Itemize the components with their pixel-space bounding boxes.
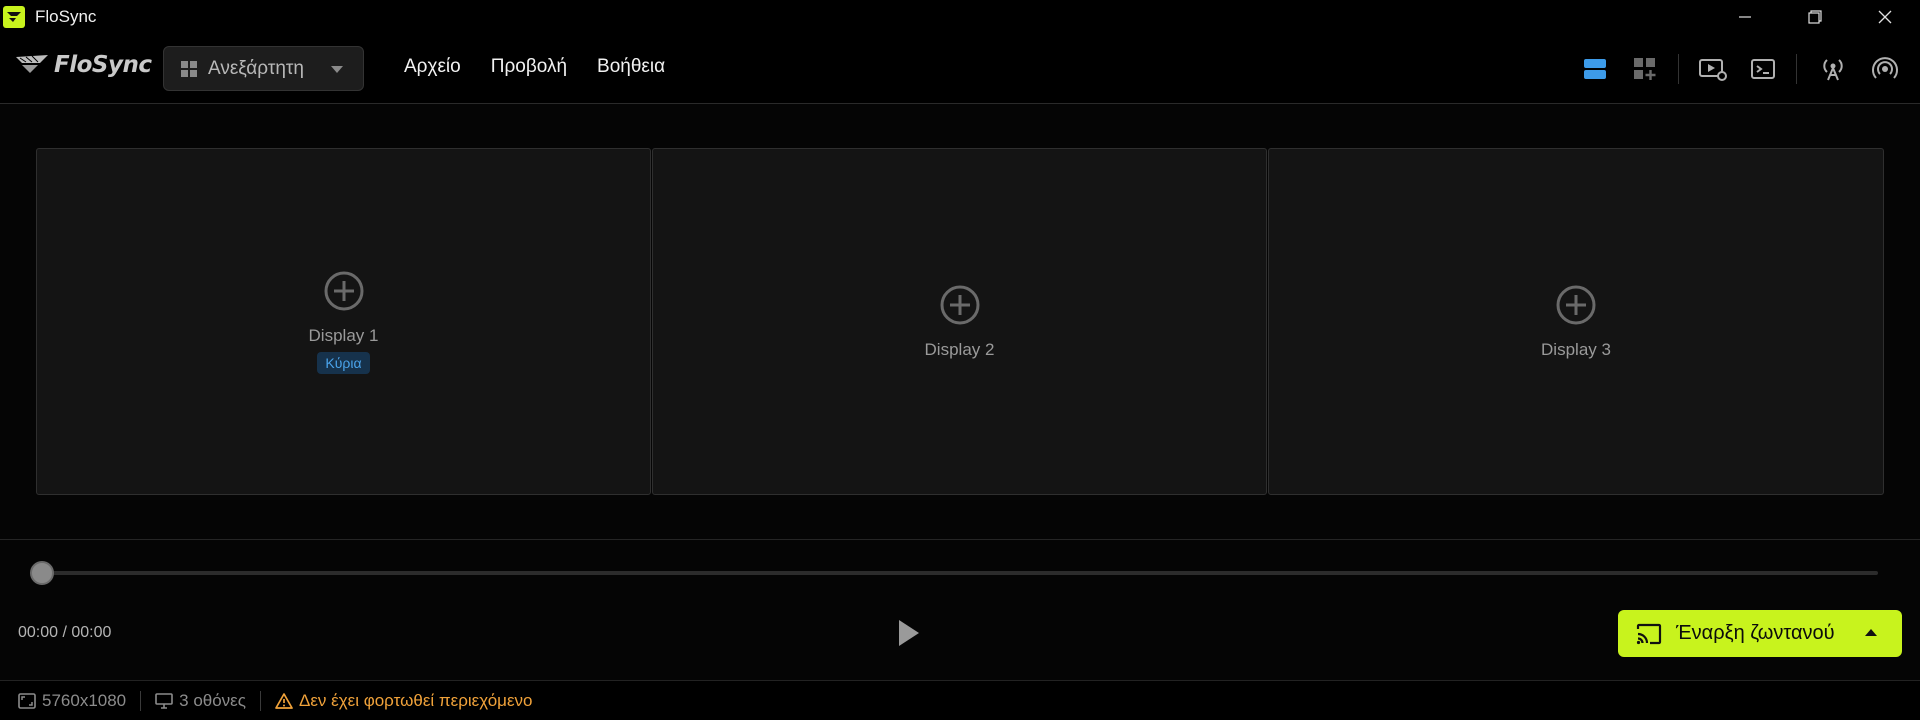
title-bar: FloSync: [0, 0, 1920, 34]
mode-select-value: Ανεξάρτητη: [208, 57, 304, 79]
primary-badge: Κύρια: [317, 351, 370, 374]
toolbar-separator: [1796, 54, 1797, 84]
window-title: FloSync: [35, 7, 97, 26]
signal-stream-icon[interactable]: [1870, 54, 1900, 84]
display-label: Display 2: [924, 339, 995, 359]
display-panel-1[interactable]: Display 1 Κύρια: [36, 148, 651, 495]
resolution-text: 5760x1080: [42, 690, 127, 710]
start-live-label: Έναρξη ζωντανού: [1676, 622, 1835, 644]
add-circle-icon[interactable]: [1555, 284, 1597, 326]
display-panel-2[interactable]: Display 2: [652, 148, 1267, 495]
minimize-button[interactable]: [1710, 0, 1780, 34]
display-label: Display 1: [308, 325, 379, 345]
warning-text: Δεν έχει φορτωθεί περιεχόμενο: [298, 690, 533, 710]
add-circle-icon[interactable]: [939, 284, 981, 326]
display-label: Display 3: [1541, 339, 1611, 359]
resolution-status: 5760x1080: [18, 691, 126, 711]
brand-logo: FloSync: [14, 52, 152, 78]
layout-rows-icon[interactable]: [1580, 54, 1610, 84]
grid-icon: [181, 60, 197, 77]
main-toolbar: FloSync Ανεξάρτητη Αρχείο Προβολή Βοήθει…: [0, 34, 1920, 104]
warning-icon: [275, 692, 293, 709]
logo-wing-icon: [16, 55, 48, 73]
status-bar: 5760x1080 3 οθόνες Δεν έχει φορτωθεί περ…: [0, 680, 1920, 720]
menu-view[interactable]: Προβολή: [491, 56, 567, 78]
menu-bar: Αρχείο Προβολή Βοήθεια: [404, 56, 665, 78]
display-canvas: Display 1 Κύρια Display 2 Display 3: [36, 148, 1884, 496]
start-live-button[interactable]: Έναρξη ζωντανού: [1618, 610, 1902, 657]
timeline-scrubber[interactable]: [30, 561, 54, 585]
play-button[interactable]: [894, 616, 924, 650]
menu-file[interactable]: Αρχείο: [404, 56, 461, 78]
toolbar-separator: [1678, 54, 1679, 84]
broadcast-antenna-icon[interactable]: [1818, 54, 1848, 84]
aspect-ratio-icon: [18, 692, 36, 709]
cast-icon: [1636, 623, 1662, 644]
screens-status: 3 οθόνες: [155, 691, 246, 711]
close-button[interactable]: [1850, 0, 1920, 34]
restore-button[interactable]: [1780, 0, 1850, 34]
video-settings-icon[interactable]: [1698, 54, 1728, 84]
section-divider: [0, 539, 1920, 540]
timeline-track[interactable]: [42, 571, 1878, 575]
screens-text: 3 οθόνες: [179, 690, 246, 710]
window-controls: [1710, 0, 1920, 34]
monitor-icon: [155, 692, 173, 709]
menu-help[interactable]: Βοήθεια: [597, 56, 665, 78]
layout-grid-add-icon[interactable]: [1630, 54, 1660, 84]
toolbar-actions: [1580, 34, 1920, 104]
status-separator: [259, 690, 261, 711]
status-separator: [140, 690, 142, 711]
terminal-icon[interactable]: [1748, 54, 1778, 84]
mode-select[interactable]: Ανεξάρτητη: [163, 46, 364, 91]
caret-down-icon: [331, 66, 343, 73]
add-circle-icon[interactable]: [323, 270, 365, 312]
caret-up-icon[interactable]: [1865, 629, 1877, 636]
logo-text: FloSync: [54, 52, 152, 78]
play-icon: [899, 620, 919, 646]
app-logo-icon: [3, 6, 25, 28]
display-panel-3[interactable]: Display 3: [1268, 148, 1884, 495]
time-display: 00:00 / 00:00: [18, 624, 112, 641]
content-warning: Δεν έχει φορτωθεί περιεχόμενο: [275, 690, 533, 711]
